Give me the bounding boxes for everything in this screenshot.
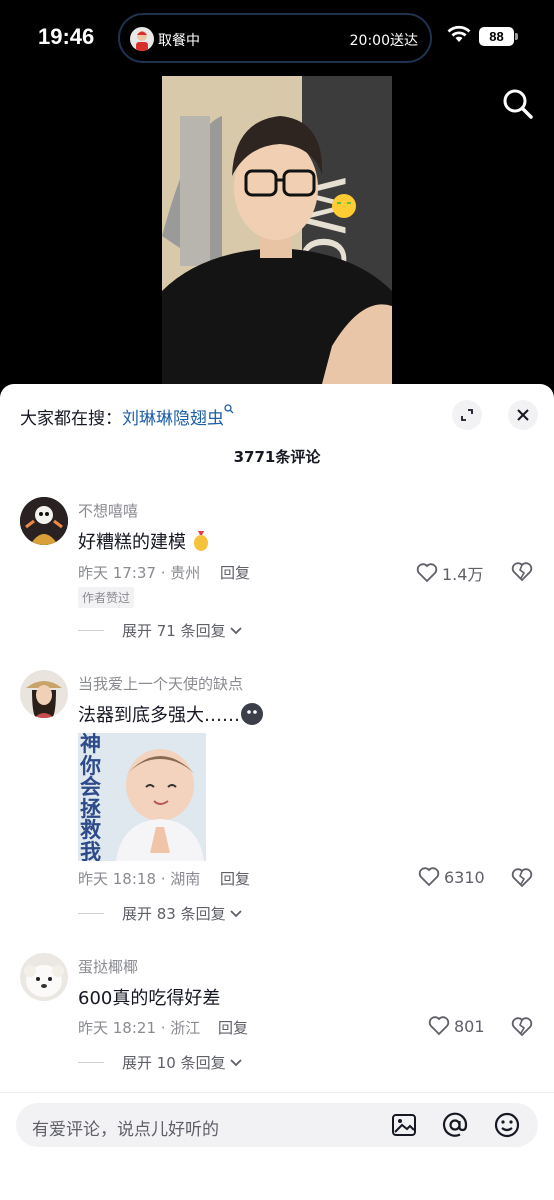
chevron-down-icon: [229, 626, 242, 634]
mention-icon[interactable]: [441, 1111, 469, 1139]
emoji-picker-icon[interactable]: [493, 1111, 521, 1139]
expand-replies-button[interactable]: 展开 83 条回复: [78, 903, 243, 924]
expand-replies-button[interactable]: 展开 10 条回复: [78, 1052, 243, 1073]
comment-text-content: 好糟糕的建模: [78, 532, 186, 553]
avatar-image: [20, 497, 68, 545]
like-count: 801: [454, 1016, 485, 1036]
status-bar: 19:46 取餐中 20:00送达 88: [0, 0, 554, 76]
author-liked-badge: 作者赞过: [78, 587, 135, 608]
wifi-icon: [447, 25, 471, 42]
comment-time-location: 昨天 17:37 · 贵州: [78, 564, 201, 582]
heart-icon: [428, 1016, 450, 1036]
hot-search-bar[interactable]: 大家都在搜：刘琳琳隐翅虫: [20, 404, 234, 429]
island-status-text: 取餐中: [158, 33, 200, 49]
avatar-image: [20, 953, 68, 1001]
comment-text: 600真的吃得好差: [78, 988, 221, 1009]
comment-image[interactable]: 神你会拯救我吗: [78, 733, 206, 861]
live-activity-island[interactable]: 取餐中 20:00送达: [118, 13, 432, 63]
comment-author[interactable]: 不想嘻嘻: [78, 500, 138, 521]
like-count: 1.4万: [442, 565, 484, 584]
broken-heart-icon[interactable]: [511, 1016, 533, 1038]
reply-button[interactable]: 回复: [218, 1017, 248, 1038]
comment-input-placeholder[interactable]: 有爱评论，说点儿好听的: [32, 1115, 219, 1140]
comment-text: 法器到底多强大……: [78, 701, 264, 727]
comment-time-location: 昨天 18:21 · 浙江: [78, 1019, 201, 1037]
emoji-icon: [193, 531, 208, 551]
like-button[interactable]: 1.4万: [416, 561, 483, 585]
comment-text-content: 法器到底多强大……: [78, 705, 240, 726]
hot-search-keyword[interactable]: 刘琳琳隐翅虫: [122, 409, 224, 429]
small-search-icon: [224, 404, 234, 414]
chevron-down-icon: [229, 909, 242, 917]
heart-icon: [418, 867, 440, 887]
like-button[interactable]: 801: [428, 1016, 485, 1036]
delivery-icon: [130, 27, 154, 51]
reply-button[interactable]: 回复: [220, 562, 250, 583]
divider: [78, 630, 104, 631]
chevron-down-icon: [229, 1058, 242, 1066]
hot-search-prefix: 大家都在搜：: [20, 409, 122, 429]
broken-heart-icon[interactable]: [511, 867, 533, 889]
reply-button[interactable]: 回复: [220, 868, 250, 889]
expand-fullscreen-button[interactable]: [452, 400, 482, 430]
search-icon[interactable]: [500, 86, 536, 122]
clock: 19:46: [38, 24, 95, 49]
avatar-image: [20, 670, 68, 718]
expand-replies-label: 展开 83 条回复: [122, 905, 226, 923]
video-preview[interactable]: WO: [162, 76, 392, 384]
expand-replies-label: 展开 71 条回复: [122, 622, 226, 640]
avatar[interactable]: [20, 670, 68, 718]
like-count: 6310: [444, 867, 485, 887]
expand-replies-label: 展开 10 条回复: [122, 1054, 226, 1072]
close-button[interactable]: [508, 400, 538, 430]
like-button[interactable]: 6310: [418, 867, 485, 887]
emoji-icon: [241, 703, 263, 725]
video-frame-illustration: WO: [162, 76, 392, 384]
expand-icon: [461, 409, 473, 421]
comment-author[interactable]: 蛋挞椰椰: [78, 956, 138, 977]
divider: [78, 913, 104, 914]
comments-count-title: 3771条评论: [233, 448, 321, 466]
expand-replies-button[interactable]: 展开 71 条回复: [78, 620, 243, 641]
avatar[interactable]: [20, 497, 68, 545]
close-icon: [517, 409, 529, 421]
image-icon[interactable]: [390, 1111, 418, 1139]
sticker-caption: 神你会拯救我吗: [80, 733, 101, 861]
island-eta-text: 20:00送达: [349, 33, 418, 49]
comment-author[interactable]: 当我爱上一个天使的缺点: [78, 673, 243, 694]
heart-icon: [416, 563, 438, 583]
divider: [78, 1062, 104, 1063]
battery-indicator: 88: [479, 27, 518, 46]
comment-text: 好糟糕的建模: [78, 528, 210, 554]
comment-time-location: 昨天 18:18 · 湖南: [78, 870, 201, 888]
broken-heart-icon[interactable]: [511, 561, 533, 583]
avatar[interactable]: [20, 953, 68, 1001]
